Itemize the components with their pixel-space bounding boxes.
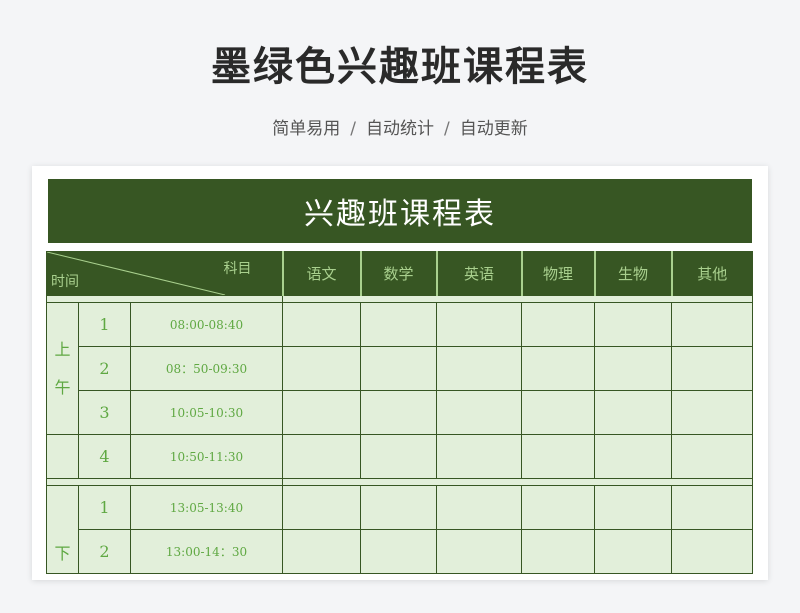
table-row: 4 10:50-11:30 <box>46 434 753 479</box>
spacer-row <box>46 295 753 303</box>
feature-tags: 简单易用 / 自动统计 / 自动更新 <box>0 114 800 139</box>
schedule-cell[interactable] <box>282 390 361 435</box>
schedule-cell[interactable] <box>360 434 437 479</box>
period-time: 13:05-13:40 <box>130 485 283 530</box>
period-time: 08：50-09:30 <box>130 346 283 391</box>
schedule-cell[interactable] <box>360 529 437 574</box>
session-blank-cell <box>46 434 79 479</box>
subject-header: 语文 <box>281 251 361 296</box>
schedule-cell[interactable] <box>436 434 522 479</box>
header-row: 科目 时间 语文 数学 英语 物理 生物 其他 <box>46 251 753 296</box>
morning-label: 上午 <box>46 302 79 435</box>
schedule-cell[interactable] <box>282 302 361 347</box>
corner-subject-label: 科目 <box>223 261 252 277</box>
subject-header: 物理 <box>520 251 595 296</box>
schedule-cell[interactable] <box>436 390 522 435</box>
schedule-cell[interactable] <box>594 485 672 530</box>
period-time: 13:00-14：30 <box>130 529 283 574</box>
schedule-cell[interactable] <box>360 346 437 391</box>
schedule-cell[interactable] <box>671 434 753 479</box>
schedule-cell[interactable] <box>282 346 361 391</box>
period-number: 1 <box>78 485 131 530</box>
tag-auto-stats: 自动统计 <box>366 119 434 139</box>
schedule-cell[interactable] <box>436 346 522 391</box>
subject-header: 数学 <box>359 251 437 296</box>
period-number: 1 <box>78 302 131 347</box>
period-time: 10:05-10:30 <box>130 390 283 435</box>
tag-auto-update: 自动更新 <box>459 119 528 139</box>
schedule-cell[interactable] <box>282 485 361 530</box>
period-number: 3 <box>78 390 131 435</box>
schedule-cell[interactable] <box>671 390 753 435</box>
schedule-cell[interactable] <box>521 529 595 574</box>
schedule-table: 科目 时间 语文 数学 英语 物理 生物 其他 上午 1 08:00-08:40 <box>46 251 753 574</box>
page-title: 墨绿色兴趣班课程表 <box>211 44 589 90</box>
subject-header: 生物 <box>593 251 672 296</box>
subject-header: 其他 <box>670 251 753 296</box>
tag-easy: 简单易用 <box>272 119 341 139</box>
table-row: 上午 1 08:00-08:40 <box>46 302 753 435</box>
schedule-cell[interactable] <box>671 346 753 391</box>
table-row: 3 10:05-10:30 <box>47 390 753 435</box>
spacer-row <box>46 478 753 486</box>
spreadsheet-preview: 兴趣班课程表 科目 时间 语文 数学 英语 物理 生物 其他 上 午 1 08:… <box>32 166 768 580</box>
schedule-cell[interactable] <box>436 529 522 574</box>
schedule-cell[interactable] <box>521 346 595 391</box>
schedule-cell[interactable] <box>436 302 522 347</box>
corner-time-label: 时间 <box>51 274 79 290</box>
schedule-cell[interactable] <box>360 390 437 435</box>
schedule-cell[interactable] <box>521 302 595 347</box>
tag-separator: / <box>350 119 356 139</box>
schedule-cell[interactable] <box>360 485 437 530</box>
schedule-cell[interactable] <box>436 485 522 530</box>
period-number: 2 <box>78 529 131 574</box>
schedule-cell[interactable] <box>671 485 753 530</box>
schedule-cell[interactable] <box>521 434 595 479</box>
subject-header: 英语 <box>435 251 522 296</box>
schedule-cell[interactable] <box>282 434 361 479</box>
schedule-cell[interactable] <box>594 302 672 347</box>
period-time: 08:00-08:40 <box>130 302 283 347</box>
schedule-cell[interactable] <box>521 485 595 530</box>
schedule-grid: 科目 时间 语文 数学 英语 物理 生物 其他 上午 1 08:00-08:40 <box>46 251 754 580</box>
table-row: 下 1 13:05-13:40 <box>46 485 753 574</box>
schedule-cell[interactable] <box>671 302 753 347</box>
schedule-cell[interactable] <box>521 390 595 435</box>
schedule-cell[interactable] <box>594 390 672 435</box>
period-time: 10:50-11:30 <box>130 434 283 479</box>
schedule-cell[interactable] <box>594 346 672 391</box>
period-number: 4 <box>78 434 131 479</box>
schedule-cell[interactable] <box>282 529 361 574</box>
schedule-cell[interactable] <box>360 302 437 347</box>
afternoon-label: 下 <box>46 485 79 574</box>
table-row: 2 13:00-14：30 <box>47 529 753 574</box>
corner-cell: 科目 时间 <box>46 251 283 296</box>
schedule-cell[interactable] <box>671 529 753 574</box>
table-row: 2 08：50-09:30 <box>47 346 753 391</box>
tag-separator: / <box>444 119 450 139</box>
schedule-cell[interactable] <box>594 529 672 574</box>
schedule-cell[interactable] <box>594 434 672 479</box>
sheet-title: 兴趣班课程表 <box>48 179 752 243</box>
period-number: 2 <box>78 346 131 391</box>
